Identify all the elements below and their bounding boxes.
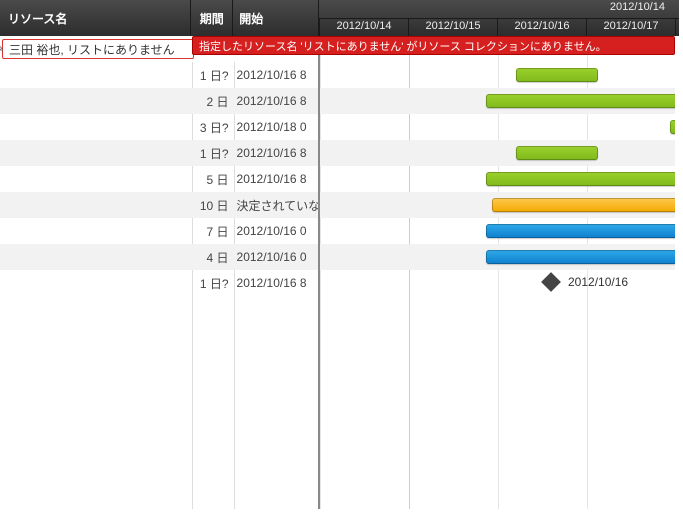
- duration-cell[interactable]: 10 日: [191, 197, 233, 214]
- table-row[interactable]: 2 日 2012/10/16 8: [0, 88, 318, 114]
- duration-cell[interactable]: 2 日: [191, 93, 233, 110]
- table-row[interactable]: 3 日? 2012/10/18 0: [0, 114, 318, 140]
- table-row[interactable]: 10 日 決定されていな: [0, 192, 318, 218]
- timeline-row[interactable]: [320, 244, 675, 270]
- timeline-row[interactable]: [320, 140, 675, 166]
- duration-cell[interactable]: 1 日?: [191, 275, 233, 292]
- pencil-icon: ✎: [0, 42, 4, 55]
- milestone-label: 2012/10/16: [568, 275, 628, 289]
- milestone-icon[interactable]: [541, 272, 561, 292]
- table-row[interactable]: 1 日? 2012/10/16 8: [0, 62, 318, 88]
- day-header[interactable]: 2012/10/14: [319, 19, 408, 37]
- gantt-bar[interactable]: [486, 250, 675, 264]
- timeline-row[interactable]: 2012/10/16: [320, 270, 675, 296]
- start-cell[interactable]: 2012/10/16 0: [233, 250, 318, 264]
- day-header[interactable]: 2012/10/16: [497, 19, 586, 37]
- gantt-bar[interactable]: [516, 68, 598, 82]
- left-grid: ✎ 三田 裕也, リストにありません 1 日? 2012/10/16 8 2 日…: [0, 36, 320, 509]
- gantt-window: リソース名 期間 開始 2012/10/14 2012/10/14 2012/1…: [0, 0, 683, 517]
- gantt-bar[interactable]: [486, 224, 675, 238]
- start-cell[interactable]: 決定されていな: [233, 197, 318, 214]
- duration-cell[interactable]: 4 日: [191, 249, 233, 266]
- header-duration[interactable]: 期間: [191, 0, 233, 36]
- day-header[interactable]: 2012/10/15: [408, 19, 497, 37]
- duration-cell[interactable]: 3 日?: [191, 119, 233, 136]
- table-row[interactable]: 5 日 2012/10/16 8: [0, 166, 318, 192]
- duration-cell[interactable]: 7 日: [191, 223, 233, 240]
- error-banner: 指定したリソース名 'リストにありません' がリソース コレクションにありません…: [192, 36, 675, 55]
- gantt-bar[interactable]: [486, 94, 675, 108]
- day-header-overflow: [675, 19, 679, 37]
- timeline-header-top: 2012/10/14: [319, 0, 679, 19]
- start-cell[interactable]: 2012/10/16 8: [233, 276, 318, 290]
- timeline-header-bottom: 2012/10/14 2012/10/15 2012/10/16 2012/10…: [319, 19, 679, 37]
- table-row[interactable]: 4 日 2012/10/16 0: [0, 244, 318, 270]
- gantt-bar[interactable]: [516, 146, 598, 160]
- start-cell[interactable]: 2012/10/16 8: [233, 94, 318, 108]
- start-cell[interactable]: 2012/10/16 0: [233, 224, 318, 238]
- start-cell[interactable]: 2012/10/16 8: [233, 68, 318, 82]
- column-header: リソース名 期間 開始 2012/10/14 2012/10/14 2012/1…: [0, 0, 679, 36]
- timeline-row[interactable]: [320, 218, 675, 244]
- week-label: 2012/10/14: [319, 0, 679, 18]
- table-row[interactable]: 1 日? 2012/10/16 8: [0, 140, 318, 166]
- grid-area: ✎ 三田 裕也, リストにありません 1 日? 2012/10/16 8 2 日…: [0, 36, 675, 509]
- duration-cell[interactable]: 5 日: [191, 171, 233, 188]
- timeline-row[interactable]: [320, 114, 675, 140]
- timeline-grid[interactable]: 2012/10/16: [320, 36, 675, 509]
- duration-cell[interactable]: 1 日?: [191, 145, 233, 162]
- gantt-bar[interactable]: [486, 172, 675, 186]
- start-cell[interactable]: 2012/10/16 8: [233, 146, 318, 160]
- gantt-inner: リソース名 期間 開始 2012/10/14 2012/10/14 2012/1…: [0, 0, 679, 513]
- timeline-row[interactable]: [320, 62, 675, 88]
- table-row[interactable]: 7 日 2012/10/16 0: [0, 218, 318, 244]
- timeline-row[interactable]: [320, 88, 675, 114]
- timeline-row[interactable]: [320, 192, 675, 218]
- gantt-bar[interactable]: [670, 120, 675, 134]
- start-cell[interactable]: 2012/10/16 8: [233, 172, 318, 186]
- timeline-row[interactable]: [320, 166, 675, 192]
- timeline-header: 2012/10/14 2012/10/14 2012/10/15 2012/10…: [319, 0, 679, 36]
- header-start[interactable]: 開始: [233, 0, 319, 36]
- duration-cell[interactable]: 1 日?: [191, 67, 233, 84]
- table-row[interactable]: 1 日? 2012/10/16 8: [0, 270, 318, 296]
- day-header[interactable]: 2012/10/17: [586, 19, 675, 37]
- resource-cell-editing[interactable]: 三田 裕也, リストにありません: [2, 39, 194, 59]
- header-resource[interactable]: リソース名: [0, 0, 191, 36]
- start-cell[interactable]: 2012/10/18 0: [233, 120, 318, 134]
- gantt-bar[interactable]: [492, 198, 675, 212]
